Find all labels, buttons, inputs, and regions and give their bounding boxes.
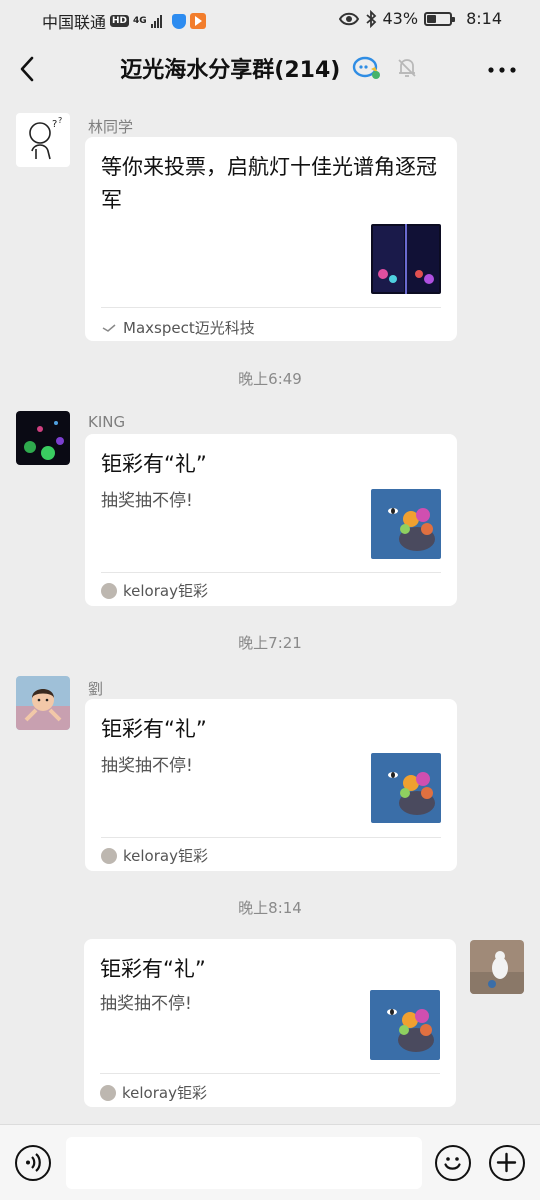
emoji-button[interactable] xyxy=(435,1145,471,1181)
card-thumbnail xyxy=(370,990,440,1060)
more-options-icon[interactable] xyxy=(486,60,518,80)
message-input[interactable] xyxy=(66,1137,422,1189)
status-left: 中国联通 HD 4G xyxy=(42,9,206,33)
hd-badge: HD xyxy=(110,15,130,27)
card-source: keloray钜彩 xyxy=(100,1082,207,1103)
card-title: 钜彩有“礼” xyxy=(100,957,206,981)
source-name: keloray钜彩 xyxy=(123,582,208,600)
card-source: keloray钜彩 xyxy=(101,845,208,866)
timestamp-1: 晚上6:49 xyxy=(238,370,302,388)
source-avatar-icon xyxy=(100,1084,116,1101)
link-card-1[interactable]: 等你来投票，启航灯十佳光谱角逐冠军 Maxspect迈光科技 xyxy=(85,137,457,341)
mute-bell-icon xyxy=(398,59,416,77)
avatar-lin[interactable]: ?? xyxy=(16,113,70,167)
card-divider xyxy=(101,837,441,838)
more-functions-button[interactable] xyxy=(489,1145,525,1181)
avatar-self[interactable] xyxy=(470,940,524,994)
status-bar: 中国联通 HD 4G 43% 8:14 xyxy=(0,0,540,38)
timestamp-3: 晚上8:14 xyxy=(238,899,302,917)
card-title: 钜彩有“礼” xyxy=(101,452,207,476)
sender-name: KING xyxy=(88,413,126,431)
avatar-liu[interactable] xyxy=(16,676,70,730)
card-divider xyxy=(101,572,441,573)
reef-avatar-icon xyxy=(16,411,70,465)
svg-text:?: ? xyxy=(52,119,57,130)
status-right: 43% 8:14 xyxy=(338,9,502,28)
card-description: 抽奖抽不停! xyxy=(100,994,192,1014)
link-card-3[interactable]: 钜彩有“礼” 抽奖抽不停! keloray钜彩 xyxy=(85,699,457,871)
carrier-label: 中国联通 xyxy=(42,13,107,32)
card-description: 抽奖抽不停! xyxy=(101,756,193,776)
source-name: Maxspect迈光科技 xyxy=(123,319,255,337)
card-title: 钜彩有“礼” xyxy=(101,717,207,741)
card-thumbnail xyxy=(371,489,441,559)
network-label: 4G xyxy=(133,16,147,26)
card-divider xyxy=(100,1073,440,1074)
smiley-icon xyxy=(444,1157,461,1170)
card-thumbnail xyxy=(371,753,441,823)
source-avatar-icon xyxy=(101,582,117,599)
eye-icon xyxy=(338,12,359,25)
card-source: Maxspect迈光科技 xyxy=(101,317,255,338)
voice-button[interactable] xyxy=(15,1145,51,1181)
avatar-king[interactable] xyxy=(16,411,70,465)
self-photo-icon xyxy=(470,940,524,994)
timestamp-2: 晚上7:21 xyxy=(238,634,302,652)
plus-icon xyxy=(496,1152,517,1173)
svg-text:?: ? xyxy=(58,116,62,125)
play-app-icon xyxy=(189,13,206,29)
cartoon-face-icon: ?? xyxy=(29,116,62,160)
link-card-2[interactable]: 钜彩有“礼” 抽奖抽不停! keloray钜彩 xyxy=(85,434,457,606)
link-card-4[interactable]: 钜彩有“礼” 抽奖抽不停! keloray钜彩 xyxy=(84,939,456,1107)
chat-header: 迈光海水分享群(214) xyxy=(0,38,540,100)
card-divider xyxy=(101,307,441,308)
battery-percent: 43% xyxy=(382,9,419,28)
source-name: keloray钜彩 xyxy=(122,1084,207,1102)
source-logo-icon xyxy=(102,323,116,332)
voice-wave-icon xyxy=(26,1153,41,1172)
sender-name: 劉 xyxy=(88,680,104,698)
sender-name: 林同学 xyxy=(88,118,134,136)
input-bar xyxy=(0,1124,540,1200)
group-title: 迈光海水分享群(214) xyxy=(120,58,341,83)
card-source: keloray钜彩 xyxy=(101,580,208,601)
signal-icon xyxy=(150,14,162,28)
chat-bubble-icon xyxy=(352,56,381,79)
chat-title: 迈光海水分享群(214) xyxy=(0,52,540,84)
clock: 8:14 xyxy=(466,9,502,28)
bluetooth-icon xyxy=(365,9,376,28)
source-name: keloray钜彩 xyxy=(123,847,208,865)
battery-icon xyxy=(424,11,456,26)
battery-fill xyxy=(427,14,437,23)
card-description: 抽奖抽不停! xyxy=(101,491,193,511)
child-photo-icon xyxy=(16,676,70,730)
shield-icon xyxy=(171,13,186,29)
card-title: 等你来投票，启航灯十佳光谱角逐冠军 xyxy=(101,155,437,212)
card-thumbnail xyxy=(371,224,441,294)
source-avatar-icon xyxy=(101,847,117,864)
